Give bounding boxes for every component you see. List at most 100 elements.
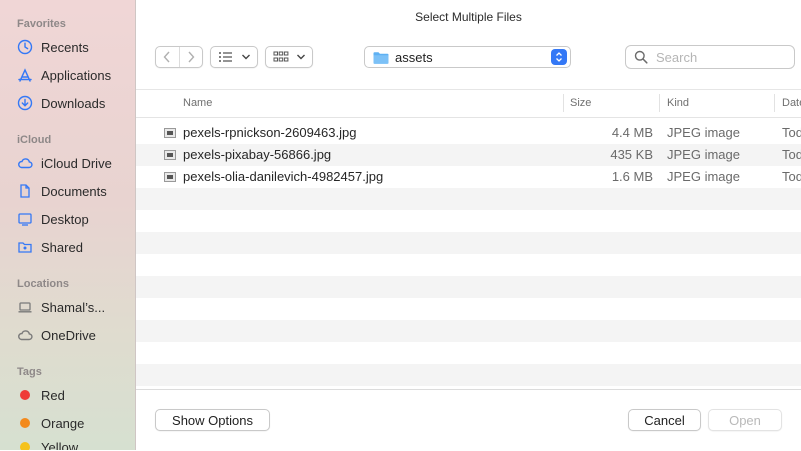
sidebar-item-label: Documents <box>41 183 107 199</box>
sidebar-item-onedrive[interactable]: OneDrive <box>16 324 134 346</box>
column-header-kind[interactable]: Kind <box>667 97 689 109</box>
empty-row <box>136 320 801 342</box>
empty-row <box>136 364 801 386</box>
cloud-icon <box>16 327 33 344</box>
sidebar-item-icloud-drive[interactable]: iCloud Drive <box>16 152 134 174</box>
file-kind: JPEG image <box>667 147 740 162</box>
locations-section-label: Locations <box>17 278 69 290</box>
dialog-title: Select Multiple Files <box>415 10 522 24</box>
file-rows: pexels-rpnickson-2609463.jpg 4.4 MB JPEG… <box>136 122 801 386</box>
empty-row <box>136 342 801 364</box>
sidebar-item-label: Downloads <box>41 95 106 111</box>
sidebar-item-computer[interactable]: Shamal’s... <box>16 296 134 318</box>
file-size: 4.4 MB <box>611 125 653 140</box>
sidebar: Favorites Recents Applications Downloads… <box>0 0 136 450</box>
list-view-button[interactable] <box>210 46 258 68</box>
bottom-bar: Show Options Cancel Open <box>136 389 801 451</box>
cloud-icon <box>16 155 33 172</box>
file-size: 1.6 MB <box>611 169 653 184</box>
search-icon <box>634 50 648 64</box>
file-kind: JPEG image <box>667 169 740 184</box>
file-name: pexels-pixabay-56866.jpg <box>183 147 332 162</box>
search-field[interactable] <box>625 45 795 69</box>
location-popup[interactable]: assets <box>364 46 571 68</box>
sidebar-item-tag-orange[interactable]: Orange <box>16 412 134 434</box>
orange-tag-dot <box>20 418 30 428</box>
download-icon <box>16 95 33 112</box>
sidebar-item-label: Shamal’s... <box>41 299 106 315</box>
empty-row <box>136 210 801 232</box>
sidebar-item-label: Recents <box>41 39 89 55</box>
clock-icon <box>16 39 33 56</box>
location-name: assets <box>395 49 433 65</box>
sidebar-item-shared[interactable]: Shared <box>16 236 134 258</box>
empty-row <box>136 298 801 320</box>
file-date: Tod <box>782 169 801 184</box>
table-row[interactable]: pexels-olia-danilevich-4982457.jpg 1.6 M… <box>136 166 801 188</box>
column-header-size[interactable]: Size <box>570 97 591 109</box>
column-divider[interactable] <box>659 94 660 112</box>
nav-buttons <box>155 46 203 68</box>
file-kind: JPEG image <box>667 125 740 140</box>
table-row[interactable]: pexels-rpnickson-2609463.jpg 4.4 MB JPEG… <box>136 122 801 144</box>
column-divider[interactable] <box>774 94 775 112</box>
sidebar-item-tag-red[interactable]: Red <box>16 384 134 406</box>
empty-row <box>136 254 801 276</box>
red-tag-dot <box>20 390 30 400</box>
sidebar-item-desktop[interactable]: Desktop <box>16 208 134 230</box>
image-file-icon <box>164 172 176 182</box>
sidebar-item-label: Red <box>41 387 65 403</box>
yellow-tag-dot <box>20 442 30 450</box>
column-divider[interactable] <box>563 94 564 112</box>
table-row[interactable]: pexels-pixabay-56866.jpg 435 KB JPEG ima… <box>136 144 801 166</box>
empty-row <box>136 232 801 254</box>
image-file-icon <box>164 150 176 160</box>
desktop-icon <box>16 211 33 228</box>
sidebar-item-label: OneDrive <box>41 327 96 343</box>
applications-icon <box>16 67 33 84</box>
shared-folder-icon <box>16 239 33 256</box>
sidebar-item-label: iCloud Drive <box>41 155 112 171</box>
folder-icon <box>373 51 389 64</box>
back-button[interactable] <box>156 47 180 67</box>
up-down-chevron-icon <box>556 52 562 62</box>
file-date: Tod <box>782 125 801 140</box>
list-header: Name Size Kind Date <box>136 90 801 118</box>
sidebar-item-downloads[interactable]: Downloads <box>16 92 134 114</box>
file-list: Name Size Kind Date pexels-rpnickson-260… <box>136 89 801 390</box>
location-stepper[interactable] <box>551 49 567 65</box>
image-file-icon <box>164 128 176 138</box>
empty-row <box>136 276 801 298</box>
cancel-button[interactable]: Cancel <box>628 409 701 431</box>
icloud-section-label: iCloud <box>17 134 52 146</box>
file-date: Tod <box>782 147 801 162</box>
empty-row <box>136 188 801 210</box>
sidebar-item-label: Yellow <box>41 439 79 451</box>
chevron-down-icon <box>296 54 305 60</box>
sidebar-item-label: Orange <box>41 415 85 431</box>
sidebar-item-recents[interactable]: Recents <box>16 36 134 58</box>
file-name: pexels-olia-danilevich-4982457.jpg <box>183 169 384 184</box>
grid-view-icon <box>273 51 288 62</box>
show-options-button[interactable]: Show Options <box>155 409 270 431</box>
favorites-section-label: Favorites <box>17 18 66 30</box>
search-input[interactable] <box>654 48 778 66</box>
sidebar-item-label: Applications <box>41 67 112 83</box>
laptop-icon <box>16 299 33 316</box>
sidebar-item-documents[interactable]: Documents <box>16 180 134 202</box>
sidebar-item-tag-yellow[interactable]: Yellow <box>16 436 134 450</box>
list-view-icon <box>218 52 232 62</box>
forward-button[interactable] <box>180 47 203 67</box>
column-header-name[interactable]: Name <box>183 97 212 109</box>
document-icon <box>16 183 33 200</box>
chevron-down-icon <box>241 54 250 60</box>
open-button[interactable]: Open <box>708 409 782 431</box>
chevron-right-icon <box>188 51 195 63</box>
chevron-left-icon <box>163 51 170 63</box>
column-header-date[interactable]: Date <box>782 97 801 109</box>
sidebar-item-label: Shared <box>41 239 83 255</box>
sidebar-item-applications[interactable]: Applications <box>16 64 134 86</box>
group-view-button[interactable] <box>265 46 313 68</box>
file-name: pexels-rpnickson-2609463.jpg <box>183 125 357 140</box>
file-size: 435 KB <box>610 147 653 162</box>
